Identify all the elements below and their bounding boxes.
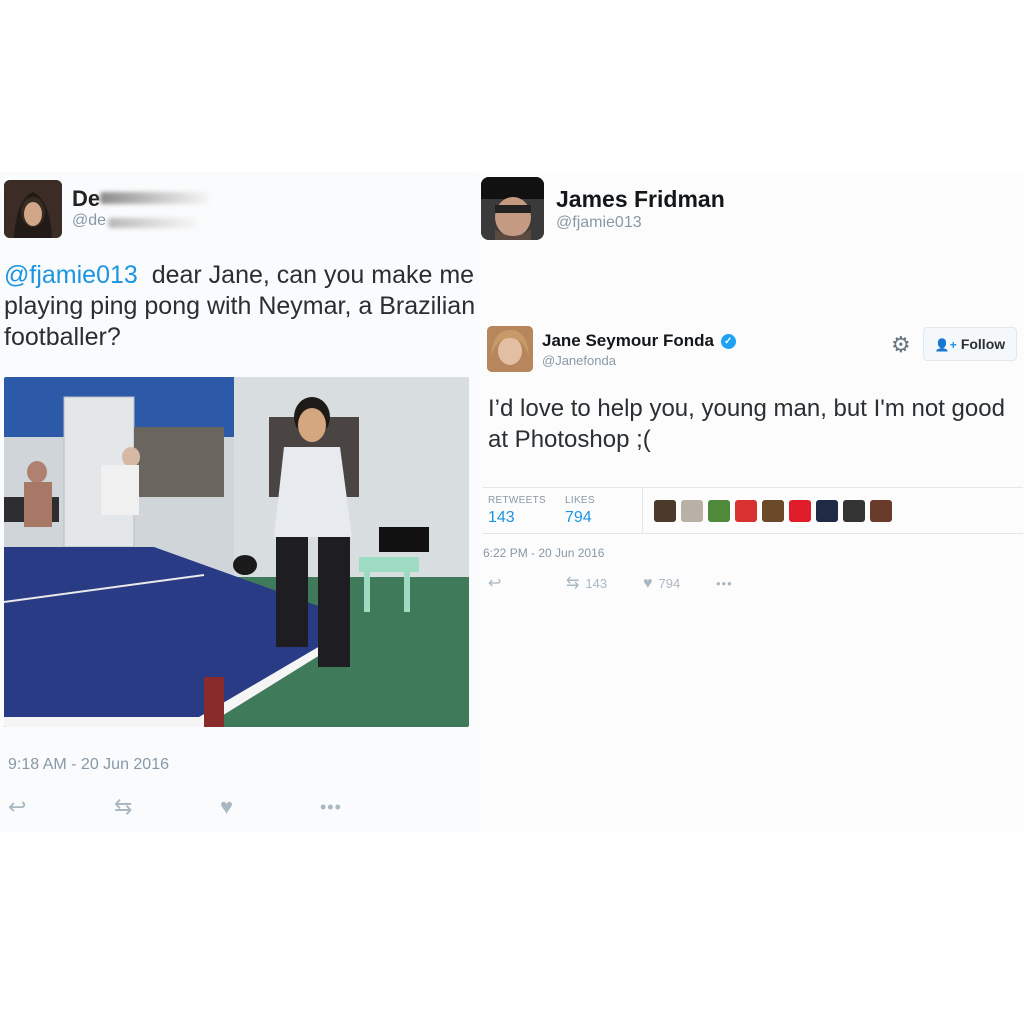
author-avatar[interactable] bbox=[4, 180, 62, 238]
embedded-author-avatar[interactable] bbox=[487, 326, 533, 372]
retweet-icon[interactable]: ⇆ bbox=[114, 796, 132, 818]
liker-avatar[interactable] bbox=[762, 500, 784, 522]
retweets-label: RETWEETS bbox=[488, 495, 546, 506]
tweet-timestamp[interactable]: 9:18 AM - 20 Jun 2016 bbox=[8, 756, 169, 774]
liker-avatar[interactable] bbox=[654, 500, 676, 522]
embedded-tweet-text: I’d love to help you, young man, but I'm… bbox=[488, 395, 1005, 453]
retweets-stat[interactable]: RETWEETS 143 bbox=[488, 495, 546, 527]
left-tweet: De @de @fjamie013 dear Jane, can you mak… bbox=[0, 172, 478, 832]
retweet-icon: ⇆ bbox=[566, 575, 580, 592]
tweet-stats: RETWEETS 143 LIKES 794 bbox=[483, 487, 1023, 534]
likes-label: LIKES bbox=[565, 495, 595, 506]
retweet-count: 143 bbox=[585, 576, 608, 591]
liker-avatar[interactable] bbox=[708, 500, 730, 522]
retweets-value: 143 bbox=[488, 509, 515, 526]
author-name[interactable]: De bbox=[72, 186, 100, 212]
author-name[interactable]: James Fridman bbox=[556, 186, 725, 213]
follow-label: Follow bbox=[960, 336, 1006, 352]
embedded-tweet-timestamp[interactable]: 6:22 PM - 20 Jun 2016 bbox=[483, 546, 604, 560]
embedded-author-name-text[interactable]: Jane Seymour Fonda bbox=[542, 331, 714, 350]
liker-avatar[interactable] bbox=[681, 500, 703, 522]
add-user-icon: 👤+ bbox=[934, 338, 957, 352]
stats-divider bbox=[642, 488, 643, 533]
redaction-blur bbox=[100, 192, 208, 204]
embedded-tweet: Jane Seymour Fonda ✓ @Janefonda ⚙ 👤+ Foll… bbox=[478, 317, 1024, 757]
liker-avatar[interactable] bbox=[816, 500, 838, 522]
retweet-button[interactable]: ⇆ 143 bbox=[566, 575, 607, 593]
gear-icon[interactable]: ⚙ bbox=[891, 332, 911, 358]
mention-link[interactable]: @fjamie013 bbox=[4, 261, 138, 289]
liker-avatar[interactable] bbox=[843, 500, 865, 522]
right-tweet: James Fridman @fjamie013 Jane Seymour Fo… bbox=[478, 172, 1024, 832]
like-count: 794 bbox=[658, 576, 681, 591]
author-handle[interactable]: @fjamie013 bbox=[556, 214, 642, 232]
tweet-actions: ↩ ⇆ ♥ ••• bbox=[8, 796, 348, 822]
heart-icon[interactable]: ♥ bbox=[220, 796, 233, 818]
like-button[interactable]: ♥ 794 bbox=[643, 575, 680, 593]
reply-icon[interactable]: ↩ bbox=[8, 796, 26, 818]
embedded-tweet-actions: ↩ ⇆ 143 ♥ 794 ••• bbox=[488, 575, 748, 595]
likes-value: 794 bbox=[565, 509, 592, 526]
author-avatar[interactable] bbox=[481, 177, 544, 240]
more-icon[interactable]: ••• bbox=[320, 796, 342, 818]
likes-stat[interactable]: LIKES 794 bbox=[565, 495, 595, 527]
tweet-text: @fjamie013 dear Jane, can you make me pl… bbox=[4, 260, 476, 353]
reply-icon[interactable]: ↩ bbox=[488, 575, 507, 593]
tweet-photo[interactable] bbox=[4, 377, 469, 727]
redaction-blur bbox=[108, 218, 198, 228]
liker-avatar[interactable] bbox=[789, 500, 811, 522]
embedded-author-name[interactable]: Jane Seymour Fonda ✓ bbox=[542, 331, 736, 351]
follow-button[interactable]: 👤+ Follow bbox=[923, 327, 1017, 361]
verified-badge-icon: ✓ bbox=[720, 334, 736, 349]
liker-avatar[interactable] bbox=[870, 500, 892, 522]
heart-icon: ♥ bbox=[643, 575, 653, 592]
more-icon[interactable]: ••• bbox=[716, 575, 733, 593]
embedded-author-handle[interactable]: @Janefonda bbox=[542, 353, 616, 368]
liker-avatar[interactable] bbox=[735, 500, 757, 522]
author-handle[interactable]: @de bbox=[72, 212, 106, 230]
